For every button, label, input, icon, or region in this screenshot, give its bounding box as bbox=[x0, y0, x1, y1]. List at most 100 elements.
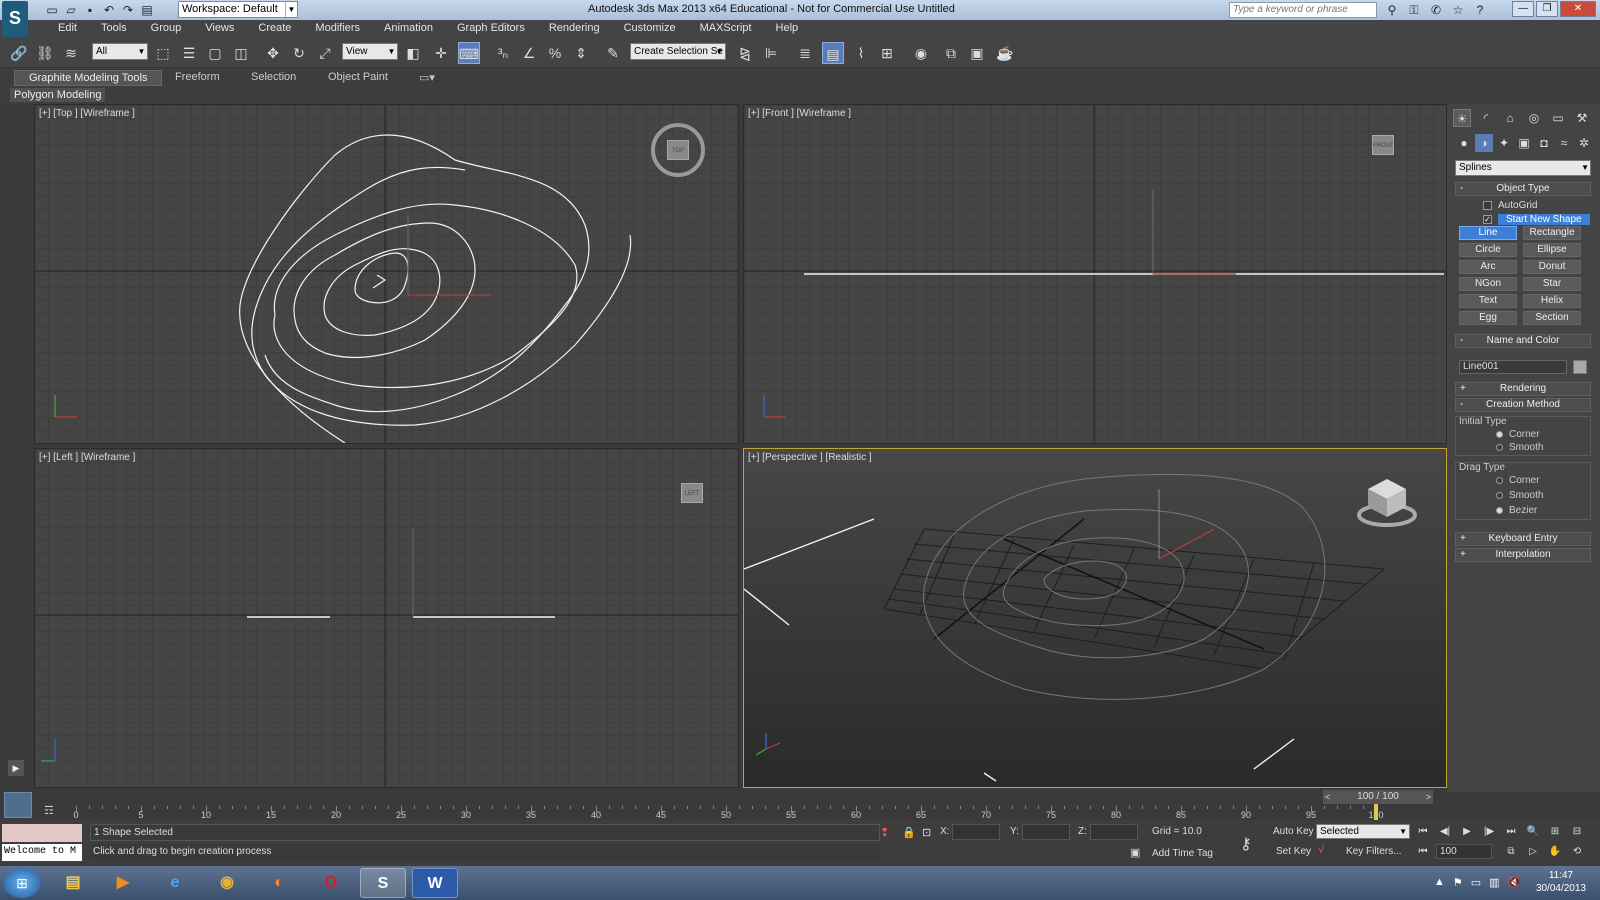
menu-item-help[interactable]: Help bbox=[764, 22, 811, 34]
track-bar[interactable]: 0510152025303540455055606570758085909510… bbox=[73, 804, 1406, 820]
named-selection-dropdown[interactable]: Create Selection Se ▼ bbox=[630, 43, 726, 60]
media-player-taskbar-icon[interactable]: ▶ bbox=[100, 868, 146, 898]
rectangular-selection-icon[interactable]: ▢ bbox=[204, 42, 226, 64]
object-name-field[interactable]: Line001 bbox=[1459, 360, 1567, 374]
save-file-icon[interactable]: ▪ bbox=[82, 2, 98, 18]
volume-icon[interactable]: 🔇 bbox=[1508, 876, 1522, 889]
tab-selection[interactable]: Selection bbox=[251, 71, 296, 83]
menu-item-tools[interactable]: Tools bbox=[89, 22, 139, 34]
absolute-mode-icon[interactable]: ⊡ bbox=[922, 826, 931, 839]
subscription-icon[interactable]: ⚿ bbox=[1406, 2, 1422, 18]
modify-tab-icon[interactable]: ◜ bbox=[1477, 109, 1495, 127]
network-icon[interactable]: ▥ bbox=[1489, 876, 1499, 889]
viewcube-left[interactable]: LEFT bbox=[681, 483, 703, 503]
align-icon[interactable]: ⊫ bbox=[760, 42, 782, 64]
search-input[interactable]: Type a keyword or phrase bbox=[1229, 2, 1377, 18]
auto-key-button[interactable]: Auto Key bbox=[1273, 826, 1314, 837]
curve-editor-icon[interactable]: ⌇ bbox=[850, 42, 872, 64]
geometry-icon[interactable]: ● bbox=[1455, 134, 1473, 152]
viewcube-face[interactable]: FRONT bbox=[1372, 135, 1394, 155]
menu-item-animation[interactable]: Animation bbox=[372, 22, 445, 34]
redo-icon[interactable]: ↷ bbox=[120, 2, 136, 18]
creation-method-rollout[interactable]: - Creation Method bbox=[1455, 398, 1591, 412]
menu-item-modifiers[interactable]: Modifiers bbox=[303, 22, 372, 34]
snaps-toggle-icon[interactable]: ³ₙ bbox=[492, 42, 514, 64]
tab-object-paint[interactable]: Object Paint bbox=[328, 71, 388, 83]
object-type-rollout[interactable]: - Object Type bbox=[1455, 182, 1591, 196]
angle-snap-icon[interactable]: ∠ bbox=[518, 42, 540, 64]
open-file-icon[interactable]: ▱ bbox=[63, 2, 79, 18]
select-object-icon[interactable]: ⬚ bbox=[152, 42, 174, 64]
rendered-frame-window-icon[interactable]: ▣ bbox=[966, 42, 988, 64]
tab-graphite-modeling-tools[interactable]: Graphite Modeling Tools bbox=[14, 70, 163, 86]
start-new-shape-checkbox[interactable]: ✓ Start New Shape bbox=[1483, 214, 1590, 225]
create-ngon-button[interactable]: NGon bbox=[1459, 277, 1517, 291]
unlink-icon[interactable]: ⛓ bbox=[34, 42, 56, 64]
maxscript-listener[interactable]: Welcome to M bbox=[2, 844, 82, 861]
viewport-top[interactable]: [+] [Top ] [Wireframe ] TOP bbox=[34, 104, 739, 444]
menu-item-customize[interactable]: Customize bbox=[612, 22, 688, 34]
create-line-button[interactable]: Line bbox=[1459, 226, 1517, 240]
pan-view-icon[interactable]: ✋ bbox=[1546, 844, 1564, 860]
utilities-tab-icon[interactable]: ⚒ bbox=[1573, 109, 1591, 127]
selection-lock-icon[interactable]: 🔒 bbox=[902, 826, 916, 839]
space-warps-icon[interactable]: ≈ bbox=[1555, 134, 1573, 152]
autogrid-checkbox[interactable]: AutoGrid bbox=[1483, 200, 1537, 211]
menu-item-graph-editors[interactable]: Graph Editors bbox=[445, 22, 537, 34]
viewcube-face[interactable]: TOP bbox=[667, 140, 689, 160]
menu-item-views[interactable]: Views bbox=[193, 22, 246, 34]
time-configuration-icon[interactable]: ⧉ bbox=[1502, 844, 1520, 860]
mini-curve-editor-icon[interactable]: ☶ bbox=[44, 804, 54, 817]
edit-named-selection-icon[interactable]: ✎ bbox=[602, 42, 624, 64]
select-and-link-icon[interactable]: 🔗 bbox=[8, 42, 30, 64]
rendering-rollout[interactable]: + Rendering bbox=[1455, 382, 1591, 396]
menu-item-rendering[interactable]: Rendering bbox=[537, 22, 612, 34]
orbit-icon[interactable]: ⟲ bbox=[1568, 844, 1586, 860]
lights-icon[interactable]: ✦ bbox=[1495, 134, 1513, 152]
viewport-label-perspective[interactable]: [+] [Perspective ] [Realistic ] bbox=[748, 452, 872, 463]
display-icon[interactable]: ▭ bbox=[1471, 876, 1481, 889]
cameras-icon[interactable]: ▣ bbox=[1515, 134, 1533, 152]
viewport-left[interactable]: [+] [Left ] [Wireframe ] LEFT bbox=[34, 448, 739, 788]
menu-item-create[interactable]: Create bbox=[246, 22, 303, 34]
render-production-icon[interactable]: ☕ bbox=[994, 42, 1016, 64]
time-slider[interactable]: < 100 / 100 > bbox=[1323, 790, 1433, 804]
select-and-scale-icon[interactable]: ⤢ bbox=[314, 42, 336, 64]
viewport-label-top[interactable]: [+] [Top ] [Wireframe ] bbox=[39, 108, 135, 119]
spinner-snap-icon[interactable]: ⇕ bbox=[570, 42, 592, 64]
category-dropdown[interactable]: Splines ▼ bbox=[1455, 160, 1591, 176]
maxscript-listener-pink[interactable] bbox=[2, 824, 82, 842]
zoom-all-icon[interactable]: ⊞ bbox=[1546, 824, 1564, 840]
undo-icon[interactable]: ↶ bbox=[101, 2, 117, 18]
previous-frame-icon[interactable]: ◀| bbox=[1436, 824, 1454, 840]
internet-explorer-taskbar-icon[interactable]: e bbox=[152, 868, 198, 898]
time-tag-icon[interactable]: ▣ bbox=[1130, 846, 1140, 859]
create-tab-icon[interactable]: ☀ bbox=[1453, 109, 1471, 127]
menu-item-edit[interactable]: Edit bbox=[46, 22, 89, 34]
key-mode-dropdown[interactable]: Selected ▼ bbox=[1316, 824, 1410, 839]
create-section-button[interactable]: Section bbox=[1523, 311, 1581, 325]
opera-taskbar-icon[interactable]: O bbox=[308, 868, 354, 898]
go-to-start-icon[interactable]: ⏮ bbox=[1414, 824, 1432, 840]
initial-smooth-radio[interactable]: Smooth bbox=[1496, 442, 1543, 453]
polygon-modeling-panel[interactable]: Polygon Modeling bbox=[10, 88, 106, 102]
firefox-taskbar-icon[interactable]: ◐ bbox=[256, 868, 302, 898]
window-crossing-icon[interactable]: ◫ bbox=[230, 42, 252, 64]
play-animation-icon[interactable]: ▶ bbox=[1458, 824, 1476, 840]
keyboard-shortcut-override-icon[interactable]: ⌨ bbox=[458, 42, 480, 64]
close-button[interactable]: ✕ bbox=[1560, 1, 1596, 17]
create-egg-button[interactable]: Egg bbox=[1459, 311, 1517, 325]
z-coordinate-field[interactable] bbox=[1090, 824, 1138, 840]
render-setup-icon[interactable]: ⧉ bbox=[940, 42, 962, 64]
chevron-right-icon[interactable]: > bbox=[1426, 790, 1431, 804]
viewport-layout-button[interactable] bbox=[4, 792, 32, 818]
show-hidden-icons-icon[interactable]: ▲ bbox=[1434, 876, 1445, 889]
ribbon-options-icon[interactable]: ▭▾ bbox=[419, 71, 435, 84]
go-to-end-icon[interactable]: ⏭ bbox=[1502, 824, 1520, 840]
tab-freeform[interactable]: Freeform bbox=[175, 71, 220, 83]
percent-snap-icon[interactable]: % bbox=[544, 42, 566, 64]
select-by-name-icon[interactable]: ☰ bbox=[178, 42, 200, 64]
pivot-center-icon[interactable]: ◧ bbox=[402, 42, 424, 64]
create-circle-button[interactable]: Circle bbox=[1459, 243, 1517, 257]
start-button[interactable]: ⊞ bbox=[4, 868, 40, 898]
